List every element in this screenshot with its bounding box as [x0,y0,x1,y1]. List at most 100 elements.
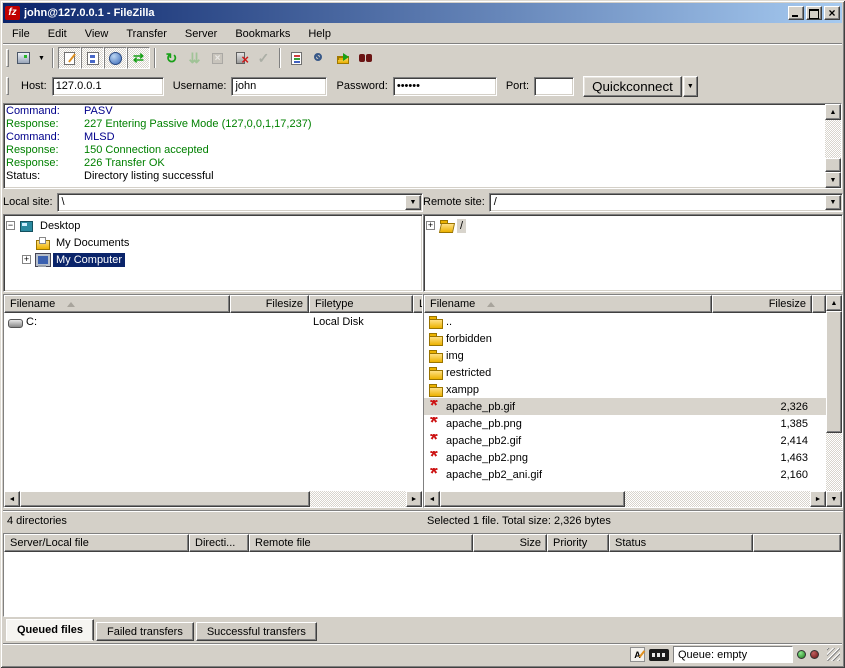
scroll-up-icon[interactable]: ▲ [826,295,842,311]
scroll-thumb[interactable] [20,491,310,507]
toggle-queue-button[interactable]: ⇄ [127,47,150,69]
cancel-button[interactable] [206,47,229,69]
local-column-filename[interactable]: Filename [4,295,230,313]
scroll-down-icon[interactable]: ▼ [826,491,842,507]
local-tree-item-desktop[interactable]: −Desktop [6,217,420,234]
port-input[interactable] [534,77,574,96]
scroll-thumb[interactable] [826,311,842,433]
chevron-down-icon[interactable]: ▼ [405,195,421,210]
queue-column-remote-file[interactable]: Remote file [249,534,473,552]
sync-browse-button[interactable] [331,47,354,69]
log-text: MLSD [84,131,115,144]
scroll-right-icon[interactable]: ► [810,491,826,507]
remote-file-row-apache-pb-gif[interactable]: apache_pb.gif2,326 [424,398,826,415]
local-column-l[interactable]: L [413,295,422,313]
tab-failed-transfers[interactable]: Failed transfers [96,622,194,641]
menu-help[interactable]: Help [299,25,340,43]
log-label: Response: [6,118,84,131]
toggle-message-log-button[interactable] [58,47,81,69]
remote-hscrollbar[interactable]: ◄ ► [424,491,826,507]
menu-file[interactable]: File [3,25,39,43]
queue-column-directi[interactable]: Directi... [189,534,249,552]
site-manager-button[interactable] [12,47,35,69]
scroll-track[interactable] [826,433,842,491]
scroll-left-icon[interactable]: ◄ [424,491,440,507]
menu-edit[interactable]: Edit [39,25,76,43]
quickconnect-dropdown-button[interactable]: ▼ [683,76,698,97]
scroll-down-icon[interactable]: ▼ [825,172,841,188]
scroll-track[interactable] [310,491,406,507]
queue-column-priority[interactable]: Priority [547,534,609,552]
reconnect-button[interactable]: ✓ [252,47,275,69]
menu-server[interactable]: Server [176,25,226,43]
tab-queued-files[interactable]: Queued files [6,619,94,641]
host-input[interactable] [52,77,164,96]
collapse-icon[interactable]: − [6,221,15,230]
queue-column-size[interactable]: Size [473,534,547,552]
remote-column-filename[interactable]: Filename [424,295,712,313]
remote-file-row-apache-pb-png[interactable]: apache_pb.png1,385 [424,415,826,432]
queue-column-server-local-file[interactable]: Server/Local file [4,534,189,552]
chevron-down-icon[interactable]: ▼ [825,195,841,210]
quickconnect-button[interactable]: Quickconnect [583,76,682,97]
cell-text: 2,326 [780,401,808,413]
local-hscrollbar[interactable]: ◄ ► [4,491,422,507]
scroll-right-icon[interactable]: ► [406,491,422,507]
local-file-row-c[interactable]: C:Local Disk [4,313,422,330]
documents-icon [35,236,51,250]
message-log-scrollbar[interactable]: ▲ ▼ [825,104,841,188]
queue-column-status[interactable]: Status [609,534,753,552]
scroll-left-icon[interactable]: ◄ [4,491,20,507]
scroll-up-icon[interactable]: ▲ [825,104,841,120]
scroll-track[interactable] [825,120,841,158]
remote-file-row-apache-pb2-ani-gif[interactable]: apache_pb2_ani.gif2,160 [424,466,826,483]
remote-file-row-restricted[interactable]: restricted [424,364,826,381]
local-site-label: Local site: [3,196,53,208]
find-button[interactable] [308,47,331,69]
close-button[interactable] [824,6,840,20]
remote-tree-item-[interactable]: +/ [426,217,840,234]
maximize-button[interactable] [806,6,822,20]
toggle-local-tree-button[interactable] [81,47,104,69]
username-input[interactable] [231,77,327,96]
remote-file-row-apache-pb2-png[interactable]: apache_pb2.png1,463 [424,449,826,466]
site-manager-dropdown-button[interactable]: ▼ [35,47,48,69]
remote-file-row-apache-pb2-gif[interactable]: apache_pb2.gif2,414 [424,432,826,449]
remote-file-row-forbidden[interactable]: forbidden [424,330,826,347]
toggle-remote-tree-button[interactable] [104,47,127,69]
local-column-filesize[interactable]: Filesize [230,295,309,313]
cell-text: 1,385 [780,418,808,430]
sync-browse-icon [337,56,349,64]
scroll-thumb[interactable] [440,491,625,507]
refresh-button[interactable]: ↻ [160,47,183,69]
resize-grip[interactable] [827,648,840,661]
remote-file-row-[interactable]: .. [424,313,826,330]
compare-button[interactable] [354,47,377,69]
local-site-combo[interactable]: \ ▼ [57,193,423,212]
image-icon [428,400,444,414]
local-column-filetype[interactable]: Filetype [309,295,413,313]
menu-transfer[interactable]: Transfer [117,25,176,43]
expand-icon[interactable]: + [426,221,435,230]
cell-text: xampp [446,384,479,396]
minimize-button[interactable] [788,6,804,20]
local-tree-item-my-computer[interactable]: +My Computer [6,251,420,268]
tab-successful-transfers[interactable]: Successful transfers [196,622,317,641]
menu-view[interactable]: View [76,25,118,43]
scroll-thumb[interactable] [825,158,841,172]
expand-icon[interactable]: + [22,255,31,264]
remote-vscrollbar[interactable]: ▲ ▼ [826,295,842,507]
cell-filename: apache_pb2.png [424,451,712,465]
local-tree-item-my-documents[interactable]: My Documents [6,234,420,251]
remote-file-row-xampp[interactable]: xampp [424,381,826,398]
remote-site-combo[interactable]: / ▼ [489,193,843,212]
scroll-track[interactable] [625,491,810,507]
filter-button[interactable] [285,47,308,69]
process-queue-button[interactable]: ⇊ [183,47,206,69]
password-input[interactable] [393,77,497,96]
disconnect-button[interactable] [229,47,252,69]
remote-column-filesize[interactable]: Filesize [712,295,812,313]
menu-bookmarks[interactable]: Bookmarks [226,25,299,43]
remote-file-row-img[interactable]: img [424,347,826,364]
column-label: Size [520,537,541,549]
